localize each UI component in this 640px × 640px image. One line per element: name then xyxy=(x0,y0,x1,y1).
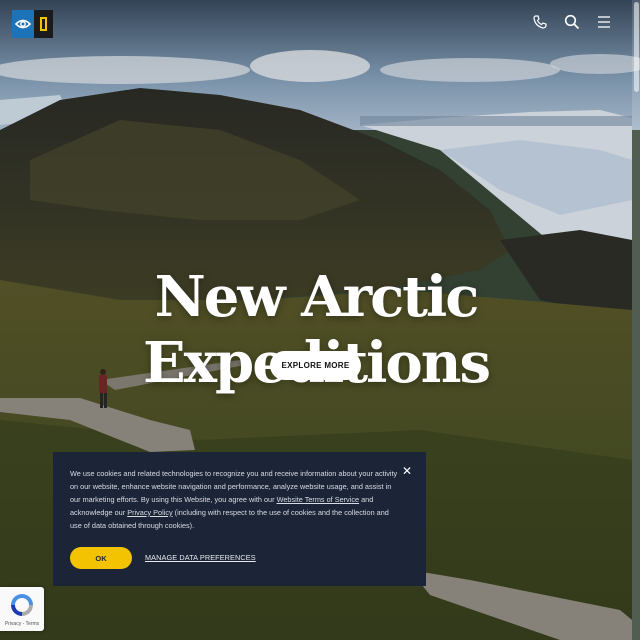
scrollbar-thumb[interactable] xyxy=(634,2,639,92)
header-actions xyxy=(532,14,612,30)
recaptcha-text: Privacy - Terms xyxy=(4,621,40,627)
close-icon[interactable]: ✕ xyxy=(402,465,412,477)
manage-data-preferences-link[interactable]: MANAGE DATA PREFERENCES xyxy=(145,553,256,562)
cookie-ok-button[interactable]: OK xyxy=(70,547,132,569)
site-logo[interactable] xyxy=(12,10,53,38)
privacy-policy-link[interactable]: Privacy Policy xyxy=(127,508,172,517)
terms-of-service-link[interactable]: Website Terms of Service xyxy=(277,495,359,504)
yellow-frame-logo-icon xyxy=(34,10,53,38)
cookie-banner-text: We use cookies and related technologies … xyxy=(70,468,400,533)
menu-icon[interactable] xyxy=(596,14,612,30)
recaptcha-badge[interactable]: Privacy - Terms xyxy=(0,587,44,631)
phone-icon[interactable] xyxy=(532,14,548,30)
search-icon[interactable] xyxy=(564,14,580,30)
eye-logo-icon xyxy=(12,10,34,38)
cookie-banner: ✕ We use cookies and related technologie… xyxy=(53,452,426,586)
page-scrollbar[interactable] xyxy=(632,0,640,640)
explore-more-button[interactable]: EXPLORE MORE xyxy=(270,351,361,380)
recaptcha-icon xyxy=(11,594,33,616)
